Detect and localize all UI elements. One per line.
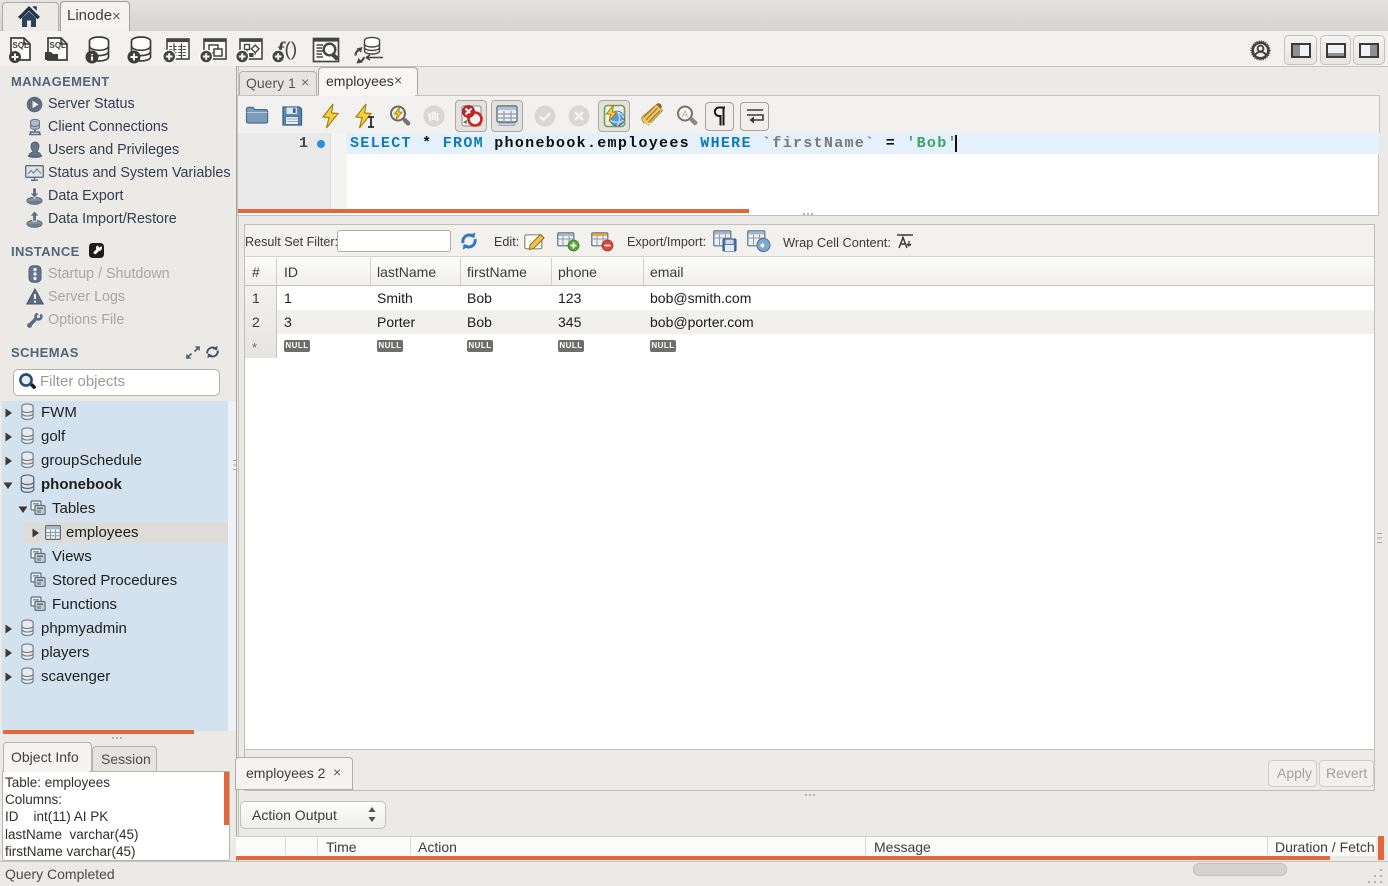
svg-text:(): ()	[285, 40, 298, 61]
svg-text:SQL: SQL	[13, 41, 30, 50]
svg-text:SQL: SQL	[50, 41, 67, 50]
svg-text:A: A	[682, 109, 688, 119]
